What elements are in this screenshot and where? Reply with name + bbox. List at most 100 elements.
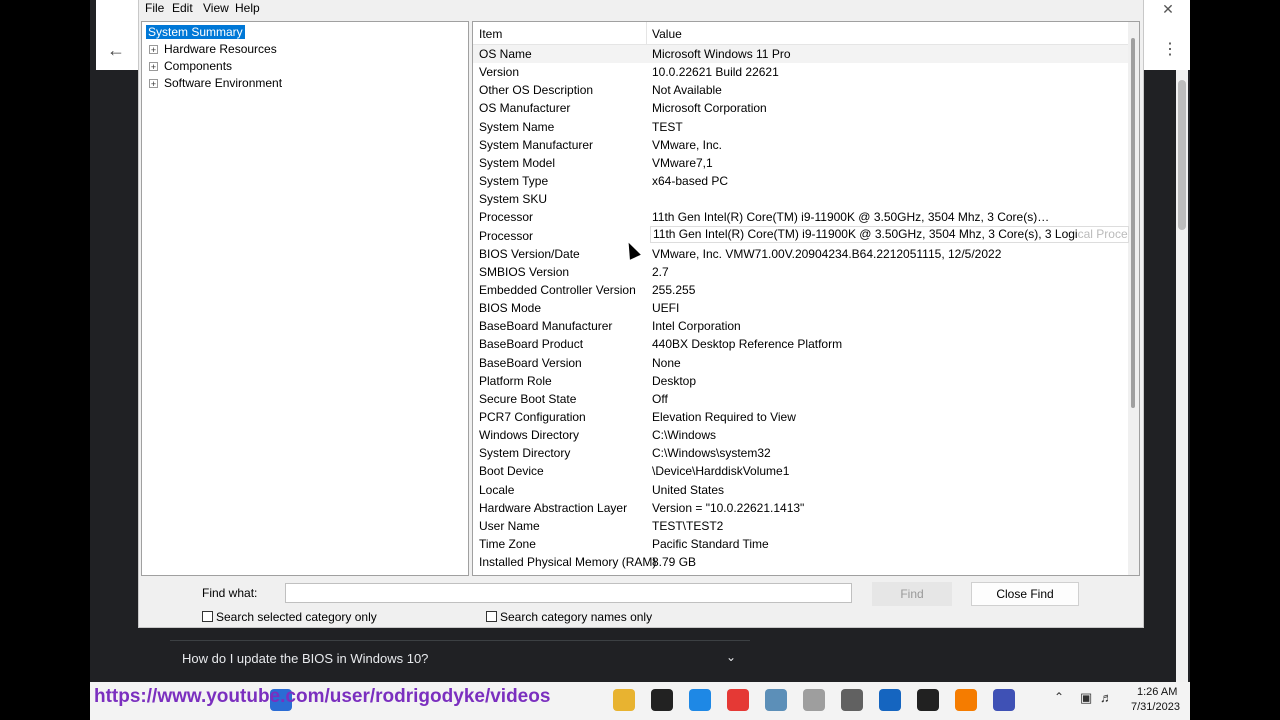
browser-scrollbar-thumb[interactable]	[1178, 80, 1186, 230]
list-header: Item Value	[473, 22, 1128, 45]
row-item: System Type	[479, 174, 549, 189]
chrome-icon[interactable]	[727, 689, 749, 711]
table-row[interactable]: BIOS Mode UEFI	[473, 299, 1128, 317]
tree-item-system-summary[interactable]: System Summary	[146, 24, 245, 40]
expand-icon[interactable]: +	[149, 45, 158, 55]
table-row[interactable]: Embedded Controller Version 255.255	[473, 281, 1128, 299]
app-icon[interactable]	[955, 689, 977, 711]
close-icon[interactable]: ✕	[1160, 0, 1176, 18]
find-button[interactable]: Find	[872, 582, 952, 606]
faq-question[interactable]: How do I update the BIOS in Windows 10?	[182, 651, 428, 666]
table-row[interactable]: Platform Role Desktop	[473, 372, 1128, 390]
row-item: Processor	[479, 210, 534, 225]
menu-edit[interactable]: Edit	[172, 1, 193, 15]
row-value: 10.0.22621 Build 22621	[652, 65, 779, 80]
notepad-icon[interactable]	[803, 689, 825, 711]
search-selected-category-checkbox[interactable]	[202, 611, 213, 622]
expand-icon[interactable]: +	[149, 79, 158, 89]
row-item: BaseBoard Product	[479, 337, 584, 352]
table-row[interactable]: SMBIOS Version 2.7	[473, 263, 1128, 281]
row-value: None	[652, 355, 681, 370]
row-value: Off	[652, 391, 668, 406]
video-url-overlay: https://www.youtube.com/user/rodrigodyke…	[94, 686, 551, 707]
row-value: C:\Windows	[652, 428, 717, 443]
table-row[interactable]: System Type x64-based PC	[473, 172, 1128, 190]
row-item: Locale	[479, 482, 515, 497]
whiteboard-icon[interactable]	[689, 689, 711, 711]
close-find-button[interactable]: Close Find	[971, 582, 1079, 606]
tooltip-text-faded: cal Processor(s)	[1077, 227, 1128, 241]
row-item: BaseBoard Version	[479, 355, 582, 370]
search-category-names-checkbox[interactable]	[486, 611, 497, 622]
row-item: System SKU	[479, 192, 548, 207]
table-row[interactable]: BaseBoard Version None	[473, 354, 1128, 372]
menu-help[interactable]: Help	[235, 1, 260, 15]
table-row[interactable]: BaseBoard Manufacturer Intel Corporation	[473, 317, 1128, 335]
table-row[interactable]: Boot Device \Device\HarddiskVolume1	[473, 462, 1128, 480]
tree-item-label: Hardware Resources	[164, 42, 277, 56]
volume-icon[interactable]: ♬	[1100, 690, 1113, 705]
menu-view[interactable]: View	[203, 1, 229, 15]
menu-file[interactable]: File	[145, 1, 164, 15]
row-item: System Model	[479, 155, 556, 170]
column-header-value[interactable]: Value	[652, 27, 682, 41]
table-row[interactable]: PCR7 Configuration Elevation Required to …	[473, 408, 1128, 426]
security-icon[interactable]	[879, 689, 901, 711]
row-item: OS Name	[479, 47, 532, 61]
table-row[interactable]: System Model VMware7,1	[473, 154, 1128, 172]
table-row[interactable]: Secure Boot State Off	[473, 390, 1128, 408]
row-item: Processor	[479, 228, 534, 243]
table-row[interactable]: System Directory C:\Windows\system32	[473, 444, 1128, 462]
table-row[interactable]: Locale United States	[473, 481, 1128, 499]
table-row[interactable]: Installed Physical Memory (RAM) 8.79 GB	[473, 553, 1128, 571]
row-value: \Device\HarddiskVolume1	[652, 464, 790, 479]
find-input[interactable]	[285, 583, 852, 603]
table-row[interactable]: User Name TEST\TEST2	[473, 517, 1128, 535]
clock-date[interactable]: 7/31/2023	[1131, 701, 1180, 713]
tree-item-software-environment[interactable]: + Software Environment	[149, 75, 282, 91]
table-row[interactable]: System Name TEST	[473, 118, 1128, 136]
back-arrow-icon[interactable]: ←	[106, 40, 126, 60]
system-info-icon[interactable]	[993, 689, 1015, 711]
chevron-down-icon[interactable]: ⌄	[726, 650, 736, 664]
table-row[interactable]: OS Name Microsoft Windows 11 Pro	[473, 45, 1128, 63]
table-row[interactable]: Windows Directory C:\Windows	[473, 426, 1128, 444]
table-row[interactable]: Time Zone Pacific Standard Time	[473, 535, 1128, 553]
tray-chevron-up-icon[interactable]: ⌃	[1054, 690, 1064, 704]
table-row[interactable]: Hardware Abstraction Layer Version = "10.…	[473, 499, 1128, 517]
row-value: Microsoft Corporation	[652, 101, 767, 116]
network-icon[interactable]: ▣	[1080, 690, 1092, 706]
file-explorer-icon[interactable]	[613, 689, 635, 711]
column-header-item[interactable]: Item	[479, 27, 502, 41]
table-row[interactable]: Version 10.0.22621 Build 22621	[473, 63, 1128, 81]
column-divider[interactable]	[646, 22, 647, 44]
row-item: SMBIOS Version	[479, 264, 570, 279]
table-row[interactable]: OS Manufacturer Microsoft Corporation	[473, 99, 1128, 117]
details-list[interactable]: Item Value OS Name Microsoft Windows 11 P…	[472, 21, 1140, 576]
terminal-icon[interactable]	[917, 689, 939, 711]
table-row[interactable]: BaseBoard Product 440BX Desktop Reference…	[473, 335, 1128, 353]
table-row[interactable]: System Manufacturer VMware, Inc.	[473, 136, 1128, 154]
row-value: Desktop	[652, 373, 697, 388]
photos-icon[interactable]	[765, 689, 787, 711]
list-scrollbar-thumb[interactable]	[1131, 38, 1135, 408]
table-row[interactable]: System SKU	[473, 190, 1128, 208]
media-player-icon[interactable]	[651, 689, 673, 711]
menu-bar: File Edit View Help	[139, 0, 1143, 18]
table-row[interactable]: Processor 11th Gen Intel(R) Core(TM) i9-1…	[473, 208, 1128, 226]
settings-icon[interactable]	[841, 689, 863, 711]
row-item: System Name	[479, 119, 555, 134]
search-category-names-label: Search category names only	[500, 610, 653, 624]
expand-icon[interactable]: +	[149, 62, 158, 72]
tree-item-components[interactable]: + Components	[149, 58, 232, 74]
table-row[interactable]: Other OS Description Not Available	[473, 81, 1128, 99]
row-item: BIOS Mode	[479, 301, 542, 316]
category-tree[interactable]: System Summary + Hardware Resources + Comp…	[141, 21, 469, 576]
row-value: Version = "10.0.22621.1413"	[652, 500, 805, 515]
clock-time[interactable]: 1:26 AM	[1137, 686, 1177, 698]
table-row[interactable]: BIOS Version/Date VMware, Inc. VMW71.00V.…	[473, 245, 1128, 263]
more-options-icon[interactable]: ⋮	[1162, 40, 1178, 60]
row-item: Hardware Abstraction Layer	[479, 500, 628, 515]
find-what-label: Find what:	[202, 586, 258, 600]
tree-item-hardware-resources[interactable]: + Hardware Resources	[149, 41, 277, 57]
